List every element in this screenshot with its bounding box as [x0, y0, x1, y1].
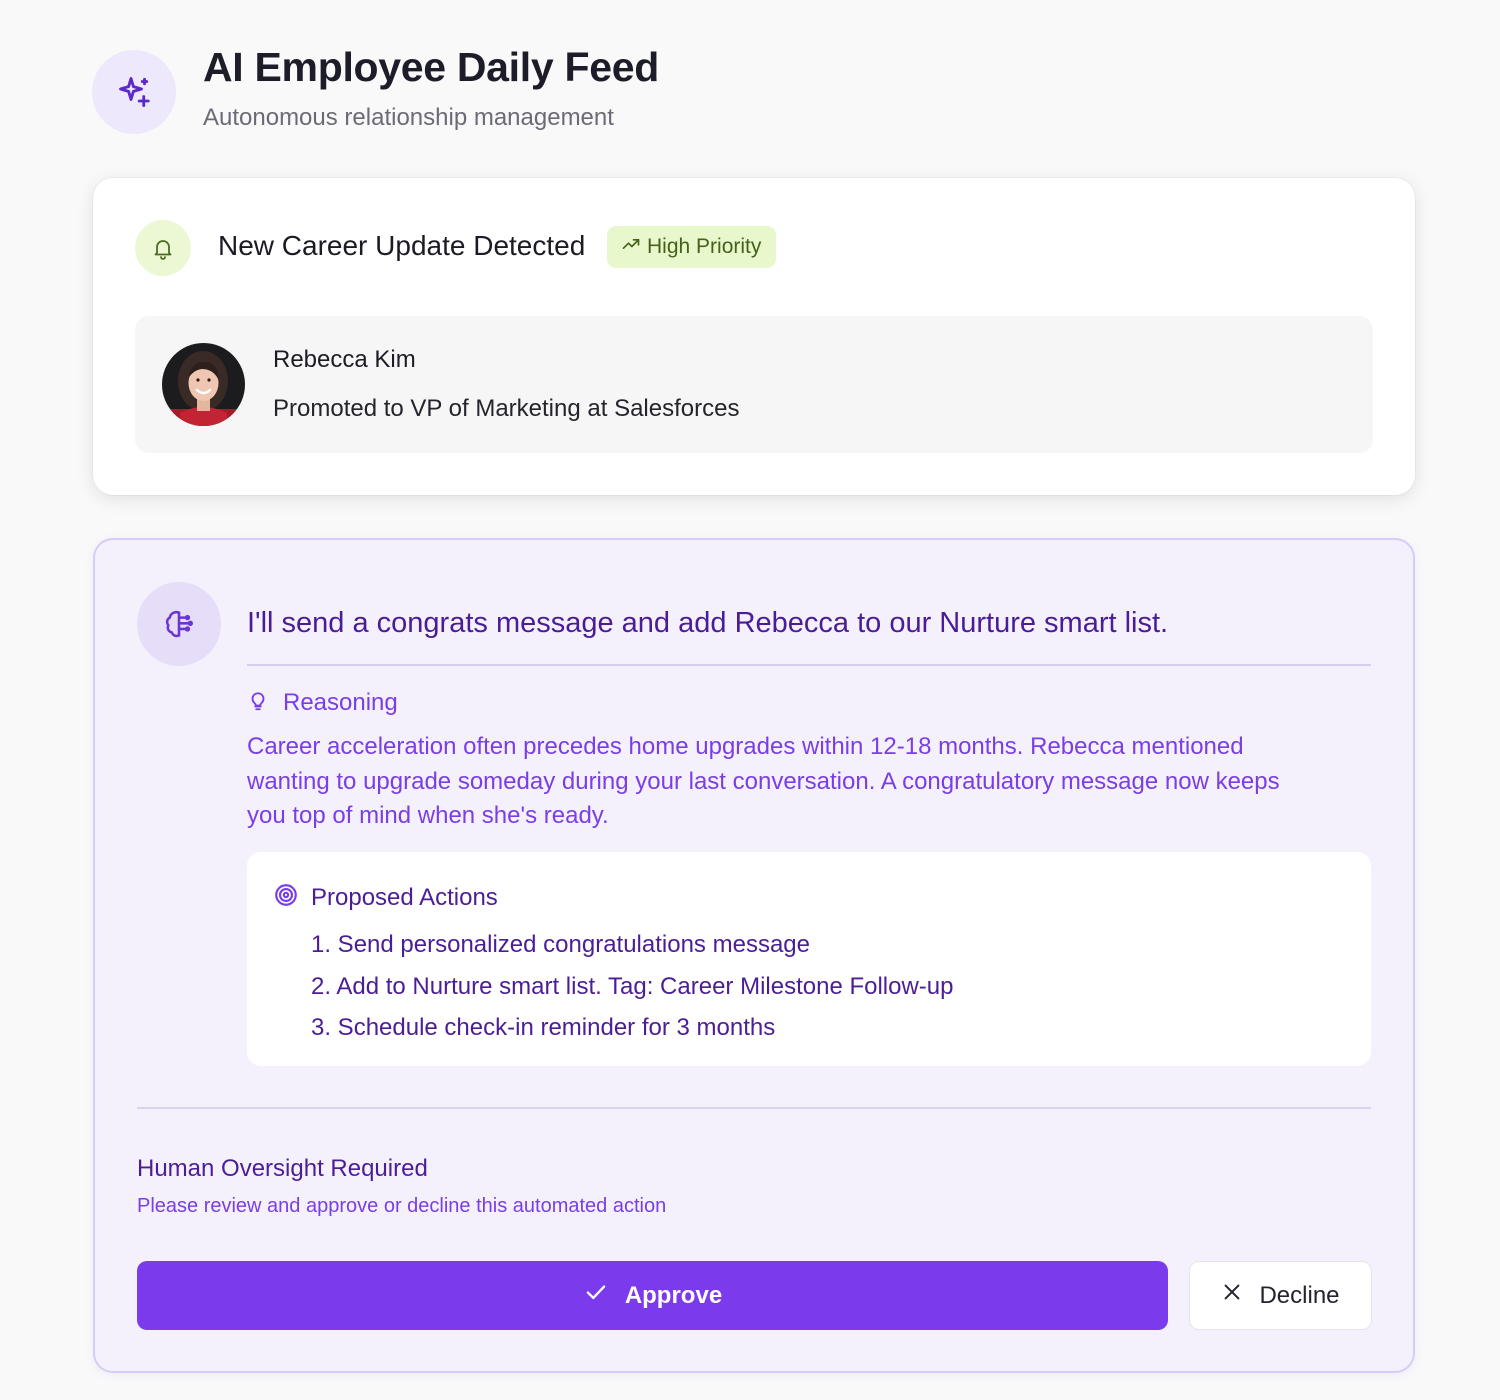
- reasoning-line: wanting to upgrade someday during your l…: [247, 767, 1280, 795]
- avatar: [162, 343, 245, 426]
- reasoning-text: Career acceleration often precedes home …: [247, 730, 1362, 834]
- decline-label: Decline: [1259, 1281, 1340, 1309]
- brain-icon: [137, 582, 221, 666]
- update-title: New Career Update Detected: [218, 230, 586, 261]
- reasoning-header: Reasoning: [247, 689, 398, 717]
- bell-icon: [135, 220, 191, 276]
- reasoning-label: Reasoning: [283, 689, 398, 716]
- career-update-card: New Career Update Detected High Priority: [93, 178, 1415, 495]
- list-item: 1. Send personalized congratulations mes…: [311, 931, 810, 958]
- target-icon: [273, 882, 299, 913]
- approve-label: Approve: [624, 1281, 723, 1309]
- page-subtitle: Autonomous relationship management: [203, 104, 614, 131]
- divider: [137, 1107, 1371, 1109]
- list-item: 2. Add to Nurture smart list. Tag: Caree…: [311, 972, 954, 1000]
- proposed-actions-label: Proposed Actions: [311, 883, 498, 911]
- priority-label: High Priority: [647, 235, 762, 258]
- page-title: AI Employee Daily Feed: [203, 44, 659, 90]
- proposed-actions-list: 1. Send personalized congratulations mes…: [311, 924, 954, 1049]
- trending-up-icon: [621, 234, 641, 260]
- proposed-actions-panel: Proposed Actions 1. Send personalized co…: [247, 852, 1371, 1066]
- list-item: 3. Schedule check-in reminder for 3 mont…: [311, 1014, 776, 1041]
- reasoning-line: Career acceleration often precedes home …: [247, 733, 1244, 760]
- divider: [247, 664, 1371, 666]
- sparkles-icon: [92, 50, 176, 134]
- close-icon: [1221, 1281, 1243, 1310]
- approve-button[interactable]: Approve: [137, 1261, 1168, 1330]
- person-update: Promoted to VP of Marketing at Salesforc…: [273, 395, 740, 422]
- priority-badge: High Priority: [607, 226, 777, 268]
- person-panel[interactable]: Rebecca Kim Promoted to VP of Marketing …: [135, 316, 1373, 453]
- oversight-title: Human Oversight Required: [137, 1155, 428, 1182]
- person-name[interactable]: Rebecca Kim: [273, 346, 416, 374]
- ai-proposal-card: I'll send a congrats message and add Reb…: [93, 538, 1415, 1373]
- lightbulb-icon: [247, 690, 269, 717]
- proposed-actions-header: Proposed Actions: [273, 882, 498, 913]
- decline-button[interactable]: Decline: [1189, 1261, 1372, 1330]
- reasoning-line: you top of mind when she's ready.: [247, 802, 609, 829]
- oversight-subtitle: Please review and approve or decline thi…: [137, 1195, 667, 1217]
- check-icon: [583, 1279, 609, 1312]
- ai-message: I'll send a congrats message and add Reb…: [247, 607, 1169, 639]
